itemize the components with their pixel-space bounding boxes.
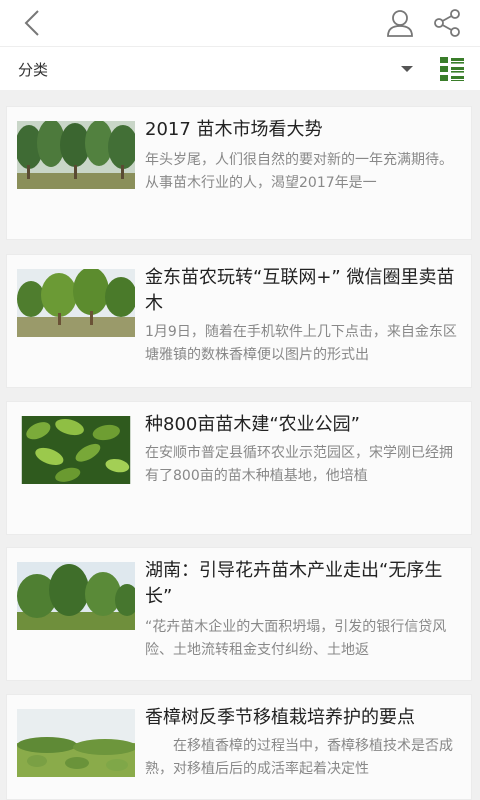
article-title: 种800亩苗木建“农业公园” <box>145 414 361 435</box>
chevron-left-icon[interactable] <box>18 8 46 38</box>
article-thumbnail <box>17 121 135 189</box>
article-summary: 1月9日，随着在手机软件上几下点击，来自金东区塘雅镇的数株香樟便以图片的形式出 <box>145 324 457 363</box>
article-card[interactable]: 香樟树反季节移植栽培养护的要点 在移植香樟的过程当中，香樟移植技术是否成熟，对移… <box>6 694 472 800</box>
article-title: 2017 苗木市场看大势 <box>145 119 323 140</box>
article-thumbnail <box>21 416 131 484</box>
article-thumbnail <box>17 269 135 337</box>
article-title: 湖南：引导花卉苗木产业走出“无序生长” <box>145 560 443 607</box>
article-list: 2017 苗木市场看大势 年头岁尾，人们很自然的要对新的一年充满期待。从事苗木行… <box>0 90 480 800</box>
article-thumbnail <box>17 562 135 630</box>
article-card[interactable]: 湖南：引导花卉苗木产业走出“无序生长” “花卉苗木企业的大面积坍塌，引发的银行信… <box>6 547 472 681</box>
filter-bar: 分类 <box>0 46 480 92</box>
article-thumbnail <box>17 709 135 777</box>
list-view-icon[interactable] <box>440 57 464 81</box>
user-icon[interactable] <box>384 8 416 38</box>
article-card[interactable]: 2017 苗木市场看大势 年头岁尾，人们很自然的要对新的一年充满期待。从事苗木行… <box>6 106 472 240</box>
top-bar <box>0 0 480 46</box>
article-summary: 年头岁尾，人们很自然的要对新的一年充满期待。从事苗木行业的人，渴望2017年是一 <box>145 152 453 191</box>
article-card[interactable]: 种800亩苗木建“农业公园” 在安顺市普定县循环农业示范园区，宋学刚已经拥有了8… <box>6 401 472 535</box>
category-filter-label[interactable]: 分类 <box>18 59 48 80</box>
article-card[interactable]: 金东苗农玩转“互联网+” 微信圈里卖苗木 1月9日，随着在手机软件上几下点击，来… <box>6 254 472 388</box>
article-summary: 在移植香樟的过程当中，香樟移植技术是否成熟，对移植后后的成活率起着决定性 <box>145 738 453 777</box>
article-summary: “花卉苗木企业的大面积坍塌，引发的银行信贷风险、土地流转租金支付纠纷、土地返 <box>145 619 447 658</box>
caret-down-icon[interactable] <box>401 66 413 72</box>
article-summary: 在安顺市普定县循环农业示范园区，宋学刚已经拥有了800亩的苗木种植基地，他培植 <box>145 445 453 484</box>
article-title: 金东苗农玩转“互联网+” 微信圈里卖苗木 <box>145 267 455 314</box>
article-title: 香樟树反季节移植栽培养护的要点 <box>145 707 415 728</box>
share-icon[interactable] <box>432 8 462 38</box>
